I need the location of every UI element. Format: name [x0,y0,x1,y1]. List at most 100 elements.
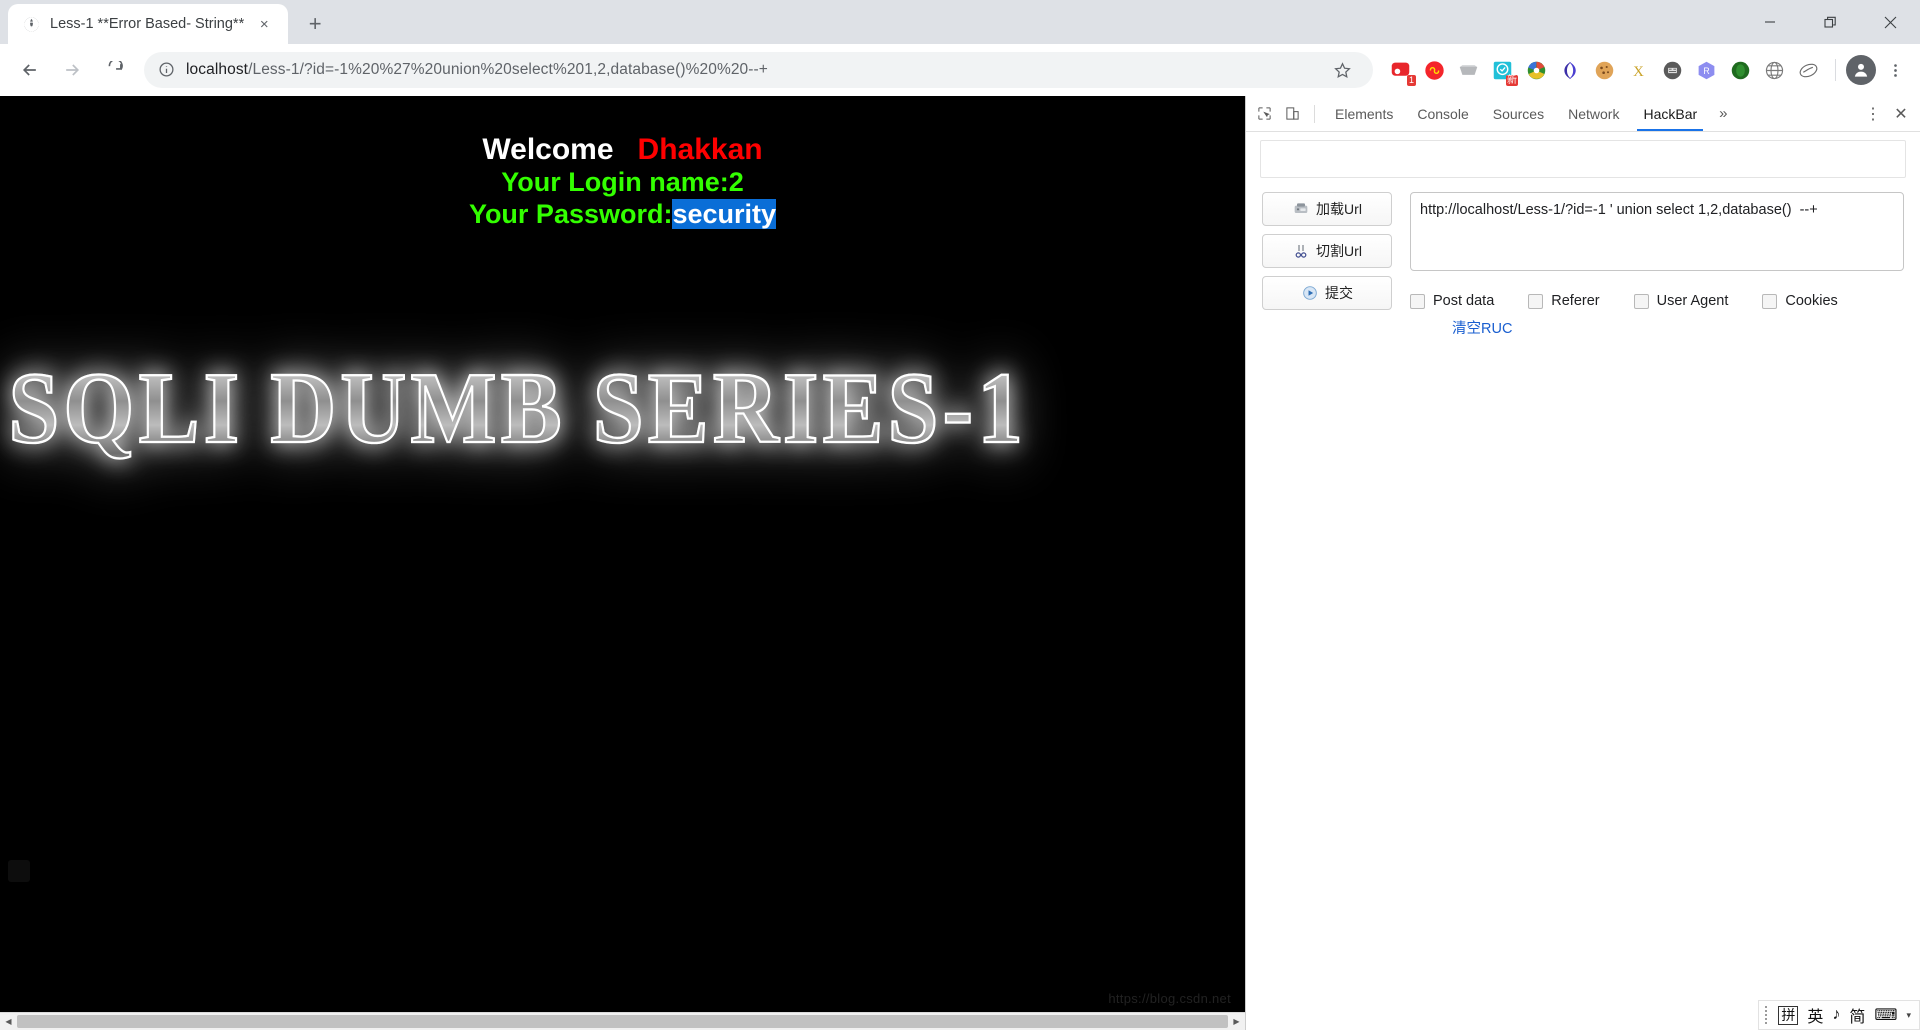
viewport-row: Welcome Dhakkan Your Login name:2 Your Pa… [0,96,1920,1030]
scrollbar-thumb[interactable] [17,1015,1228,1028]
extension-globe-translate-icon[interactable] [1757,53,1791,87]
browser-tab[interactable]: Less-1 **Error Based- String** × [8,4,289,44]
address-bar-url: localhost/Less-1/?id=-1%20%27%20union%20… [186,61,1315,79]
post-data-option[interactable]: Post data [1410,293,1494,309]
browser-window: Less-1 **Error Based- String** × + local… [0,0,1920,1030]
extension-firebug-icon[interactable] [1723,53,1757,87]
user-agent-label: User Agent [1656,293,1729,309]
devtools-tabbar: Elements Console Sources Network HackBar… [1246,96,1920,132]
ime-script-icon[interactable]: 简 [1849,1003,1865,1027]
load-url-label: 加载Url [1316,201,1362,217]
page-placeholder-box [8,860,30,882]
extension-infinity-icon[interactable] [1417,53,1451,87]
profile-avatar[interactable] [1844,53,1878,87]
devtools-panel: Elements Console Sources Network HackBar… [1245,96,1920,1030]
hackbar-panel: 加载Url 切割Url 提交 http://localhost/Less-1/?… [1246,132,1920,1030]
execute-button[interactable]: 提交 [1262,276,1392,310]
svg-text:R: R [1703,66,1709,76]
extension-wappalyzer-icon[interactable] [1451,53,1485,87]
new-tab-button[interactable]: + [298,7,332,41]
hackbar-body: 加载Url 切割Url 提交 http://localhost/Less-1/?… [1246,178,1920,338]
login-name-line: Your Login name:2 [501,167,744,198]
devtools-divider [1314,104,1315,123]
scroll-left-icon[interactable]: ◀ [0,1013,17,1030]
split-url-button[interactable]: 切割Url [1262,234,1392,268]
inspect-element-icon[interactable] [1250,100,1278,128]
url-host: localhost [186,61,249,78]
extension-proxy-switcher-icon[interactable]: 1 [1383,53,1417,87]
extension-hackbar-icon[interactable] [1791,53,1825,87]
tab-strip: Less-1 **Error Based- String** × + [0,0,1920,44]
ime-sound-icon[interactable]: ♪ [1832,1006,1840,1024]
window-close-button[interactable] [1860,0,1920,44]
user-agent-option[interactable]: User Agent [1633,293,1729,309]
password-value-selected[interactable]: security [672,198,777,229]
extension-xinbaidu-icon[interactable]: 新 [1485,53,1519,87]
devtools-tab-elements[interactable]: Elements [1323,97,1405,131]
extension-badge: 新 [1506,75,1518,86]
hackbar-button-column: 加载Url 切割Url 提交 [1262,192,1392,338]
ime-keyboard-icon[interactable]: ⌨ [1874,1005,1897,1025]
extension-badge: 1 [1406,75,1416,86]
welcome-label: Welcome [482,133,614,166]
devtools-close-icon[interactable]: ✕ [1886,99,1916,129]
extension-editthiscookie-icon[interactable] [1587,53,1621,87]
reload-button-icon[interactable] [94,50,134,90]
load-url-button[interactable]: 加载Url [1262,192,1392,226]
favicon-icon [22,15,40,33]
bookmark-star-icon[interactable] [1325,53,1359,87]
devtools-tab-hackbar[interactable]: HackBar [1631,97,1709,131]
extension-tampermonkey-icon[interactable] [1655,53,1689,87]
svg-text:X: X [1633,63,1644,79]
sqli-result-block: Welcome Dhakkan Your Login name:2 Your Pa… [0,132,1245,230]
ime-language-icon[interactable]: 英 [1807,1003,1823,1027]
chrome-menu-button[interactable] [1880,53,1910,87]
browser-toolbar: localhost/Less-1/?id=-1%20%27%20union%20… [0,44,1920,96]
cookies-option[interactable]: Cookies [1762,293,1838,309]
devtools-more-tabs-icon[interactable]: » [1709,97,1737,131]
forward-button-icon[interactable] [52,50,92,90]
back-button-icon[interactable] [10,50,50,90]
window-controls [1740,0,1920,44]
extension-sogou-icon[interactable] [1553,53,1587,87]
hackbar-input-column: Post data Referer User Agent [1410,192,1904,338]
toolbar-divider [1835,59,1836,81]
window-restore-button[interactable] [1800,0,1860,44]
devtools-tab-console[interactable]: Console [1405,97,1480,131]
referer-checkbox[interactable] [1528,293,1544,309]
ime-drag-handle[interactable] [1765,1006,1768,1024]
url-path: /Less-1/?id=-1%20%27%20union%20select%20… [248,61,768,78]
post-data-checkbox[interactable] [1410,293,1425,309]
devtools-settings-icon[interactable]: ⋮ [1860,99,1886,129]
extension-xswitch-icon[interactable]: X [1621,53,1655,87]
ime-expand-icon[interactable]: ▾ [1906,1010,1911,1020]
site-info-icon[interactable] [158,61,176,79]
devtools-tab-sources[interactable]: Sources [1481,97,1556,131]
hackbar-toolbar-strip [1260,140,1906,178]
avatar-icon [1846,55,1876,85]
ime-language-bar[interactable]: 拼 英 ♪ 简 ⌨ ▾ [1758,1000,1920,1030]
device-toolbar-icon[interactable] [1278,100,1306,128]
hackbar-options-row: Post data Referer User Agent Cookies [1410,293,1904,309]
horizontal-scrollbar[interactable]: ◀ ▶ [0,1012,1245,1030]
extensions-tray: 1 新 X R [1383,53,1827,87]
extension-react-devtools-icon[interactable]: R [1689,53,1723,87]
hackbar-url-input[interactable] [1410,192,1904,271]
devtools-tab-network[interactable]: Network [1556,97,1631,131]
sqli-banner-text: SQLI DUMB SERIES-1 [0,337,1245,479]
ime-input-mode-icon[interactable]: 拼 [1778,1005,1799,1025]
extension-internet-download-manager-icon[interactable] [1519,53,1553,87]
password-prefix: Your Password: [468,198,673,229]
tab-title: Less-1 **Error Based- String** [50,16,245,32]
cookies-label: Cookies [1785,293,1838,309]
tab-close-icon[interactable]: × [254,14,274,34]
user-agent-checkbox[interactable] [1633,293,1649,309]
page-canvas: Welcome Dhakkan Your Login name:2 Your Pa… [0,96,1245,1012]
address-bar[interactable]: localhost/Less-1/?id=-1%20%27%20union%20… [144,52,1373,88]
clear-ruc-link[interactable]: 清空RUC [1452,317,1904,338]
cookies-checkbox[interactable] [1762,293,1778,309]
scroll-right-icon[interactable]: ▶ [1228,1013,1245,1030]
referer-option[interactable]: Referer [1528,293,1600,309]
window-minimize-button[interactable] [1740,0,1800,44]
split-url-label: 切割Url [1316,243,1362,259]
